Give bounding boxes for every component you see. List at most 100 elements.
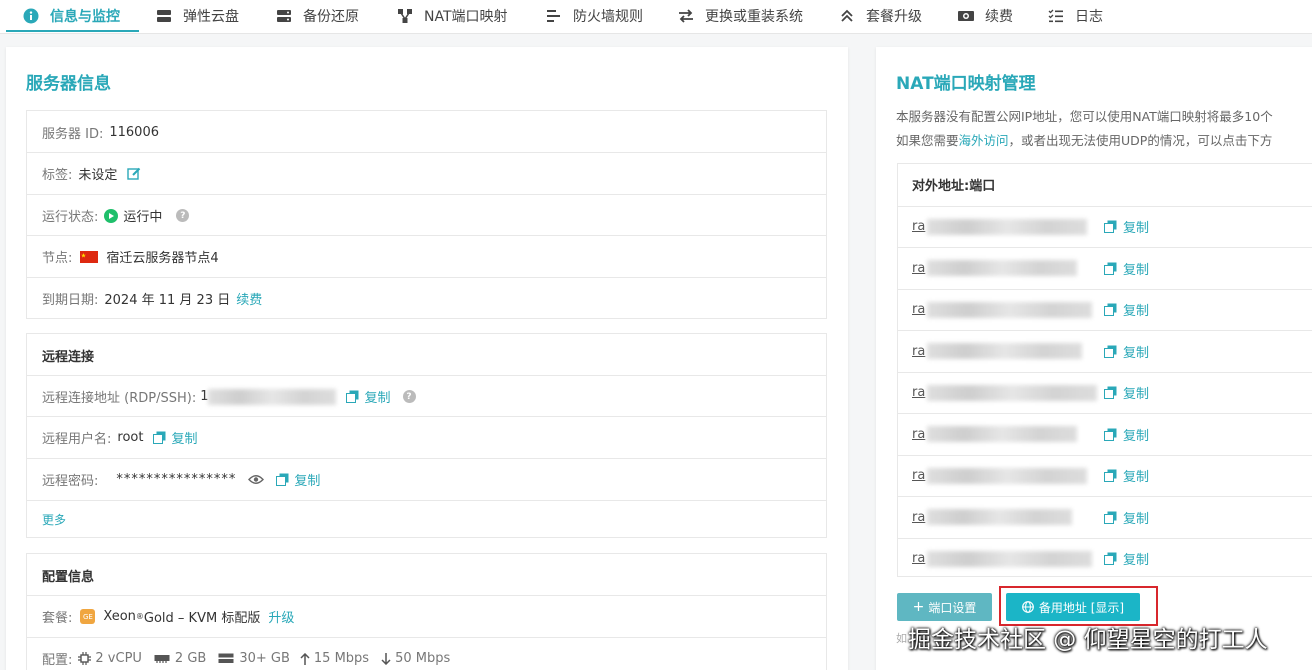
- nat-address-blurred: [927, 426, 1078, 443]
- tab-label: 弹性云盘: [183, 9, 239, 25]
- renew-link[interactable]: 续费: [236, 289, 262, 308]
- tab-label: 套餐升级: [866, 9, 922, 25]
- tab-renew[interactable]: 续费: [957, 0, 1013, 32]
- status-value: 运行中: [123, 210, 163, 225]
- remote-pwd-row: 远程密码: **************** 复制: [27, 458, 826, 500]
- copy-nat-address-button[interactable]: 复制: [1104, 259, 1149, 278]
- nat-description-line2: 如果您需要海外访问，或者出现无法使用UDP的情况，可以点击下方: [896, 130, 1272, 149]
- upgrade-icon: [838, 7, 856, 25]
- copy-label: 复制: [1123, 304, 1150, 320]
- copy-nat-address-button[interactable]: 复制: [1104, 383, 1149, 402]
- log-icon: [1047, 7, 1065, 25]
- server-info-box: 服务器 ID: 116006 标签: 未设定 运行状态: 运行中 ? 节点: 宿…: [26, 110, 827, 319]
- config-box: 配置信息 套餐: GE Xeon ® Gold – KVM 标配版 升级 配置: …: [26, 553, 827, 670]
- copy-icon: [1104, 469, 1117, 483]
- nat-address-prefix: ra: [912, 551, 926, 567]
- nat-address-prefix: ra: [912, 260, 926, 276]
- tab-label: 备份还原: [303, 9, 359, 25]
- disk-icon: [155, 7, 173, 25]
- nat-table-header: 对外地址:端口: [898, 164, 1312, 206]
- copy-nat-address-button[interactable]: 复制: [1104, 508, 1149, 527]
- nat-address-row: ra 复制: [898, 413, 1312, 455]
- copy-pwd-button[interactable]: 复制: [276, 470, 320, 489]
- nat-address-row: ra 复制: [898, 537, 1312, 580]
- tab-label: NAT端口映射: [424, 9, 508, 25]
- port-settings-button[interactable]: + 端口设置: [897, 593, 992, 621]
- expire-value: 2024 年 11 月 23 日: [104, 293, 231, 308]
- nat-description-line1: 本服务器没有配置公网IP地址，您可以使用NAT端口映射将最多10个: [896, 109, 1273, 124]
- active-tab-indicator: [6, 30, 139, 32]
- nat-address-prefix: ra: [912, 426, 926, 442]
- copy-icon: [1104, 428, 1117, 441]
- nat-icon: [396, 7, 414, 25]
- more-link[interactable]: 更多: [42, 511, 66, 528]
- remote-user-value: root: [117, 430, 144, 445]
- copy-nat-address-button[interactable]: 复制: [1104, 342, 1149, 361]
- server-id-row: 服务器 ID: 116006: [27, 111, 826, 153]
- edit-icon[interactable]: [127, 167, 141, 181]
- watermark-text: 掘金技术社区 @ 仰望星空的打工人: [908, 627, 1268, 653]
- copy-nat-address-button[interactable]: 复制: [1104, 425, 1149, 444]
- disk-value: 30+ GB: [239, 651, 290, 666]
- remote-title-row: 远程连接: [27, 334, 826, 376]
- copy-addr-button[interactable]: 复制: [346, 387, 391, 406]
- upgrade-link[interactable]: 升级: [268, 607, 294, 626]
- copy-nat-address-button[interactable]: 复制: [1104, 549, 1149, 568]
- tab-info-monitor[interactable]: 信息与监控: [22, 0, 120, 32]
- running-icon: [104, 208, 119, 223]
- tab-log[interactable]: 日志: [1047, 0, 1103, 32]
- remote-user-label: 远程用户名:: [42, 432, 112, 447]
- nat-address-row: ra 复制: [898, 205, 1312, 248]
- nat-address-blurred: [927, 218, 1088, 235]
- nat-address-blurred: [927, 467, 1088, 484]
- nat-address-prefix: ra: [912, 219, 926, 235]
- spec-label: 配置:: [42, 653, 73, 668]
- cpu-icon: [78, 652, 92, 665]
- nat-address-prefix: ra: [912, 468, 926, 484]
- help-icon[interactable]: ?: [176, 209, 190, 222]
- tab-label: 信息与监控: [50, 9, 120, 25]
- help-icon[interactable]: ?: [402, 390, 416, 403]
- nat-address-blurred: [927, 384, 1098, 401]
- remote-user-row: 远程用户名: root 复制: [27, 416, 826, 458]
- port-settings-label: 端口设置: [928, 600, 977, 615]
- copy-user-button[interactable]: 复制: [153, 428, 197, 447]
- tag-value: 未设定: [78, 168, 118, 183]
- expire-row: 到期日期: 2024 年 11 月 23 日 续费: [27, 277, 826, 319]
- copy-label: 复制: [1123, 387, 1150, 403]
- tab-nat-port-mapping[interactable]: NAT端口映射: [396, 0, 508, 32]
- tab-firewall-rules[interactable]: 防火墙规则: [545, 0, 643, 32]
- node-row: 节点: 宿迁云服务器节点4: [27, 235, 826, 277]
- copy-nat-address-button[interactable]: 复制: [1104, 217, 1149, 236]
- plan-name: Xeon: [103, 609, 136, 624]
- nat-header-label: 对外地址:端口: [912, 179, 996, 195]
- remote-addr-row: 远程连接地址 (RDP/SSH): 1 复制 ?: [27, 375, 826, 417]
- server-info-panel: 服务器信息 服务器 ID: 116006 标签: 未设定 运行状态: 运行中 ?…: [6, 47, 848, 670]
- copy-icon: [1104, 220, 1117, 234]
- eye-icon[interactable]: [248, 474, 265, 485]
- tab-elastic-disk[interactable]: 弹性云盘: [155, 0, 239, 32]
- tab-bar: 信息与监控 弹性云盘 备份还原 NAT端口映射 防火墙规则 更换或重装系统 套餐…: [0, 0, 1312, 34]
- copy-nat-address-button[interactable]: 复制: [1104, 466, 1149, 485]
- nat-address-blurred: [927, 550, 1093, 567]
- copy-nat-address-button[interactable]: 复制: [1104, 300, 1149, 319]
- nat-management-panel: NAT端口映射管理 本服务器没有配置公网IP地址，您可以使用NAT端口映射将最多…: [876, 47, 1312, 670]
- nat-address-prefix: ra: [912, 343, 926, 359]
- copy-label: 复制: [1123, 511, 1150, 527]
- overseas-access-link[interactable]: 海外访问: [959, 133, 1009, 148]
- china-flag-icon: [80, 250, 99, 263]
- copy-icon: [346, 390, 359, 403]
- tab-backup-restore[interactable]: 备份还原: [275, 0, 359, 32]
- nat-address-row: ra 复制: [898, 496, 1312, 538]
- desc-text: ，或者出现无法使用UDP的情况，可以点击下方: [1008, 133, 1273, 148]
- plus-icon: +: [912, 599, 925, 615]
- nat-address-blurred: [927, 301, 1093, 318]
- tab-plan-upgrade[interactable]: 套餐升级: [838, 0, 922, 32]
- tag-row: 标签: 未设定: [27, 152, 826, 194]
- tab-reinstall-system[interactable]: 更换或重装系统: [677, 0, 803, 32]
- copy-icon: [153, 431, 166, 444]
- renew-icon: [957, 7, 975, 25]
- nat-address-prefix: ra: [912, 302, 926, 318]
- remote-pwd-value: ****************: [116, 472, 237, 487]
- tab-label: 防火墙规则: [573, 9, 643, 25]
